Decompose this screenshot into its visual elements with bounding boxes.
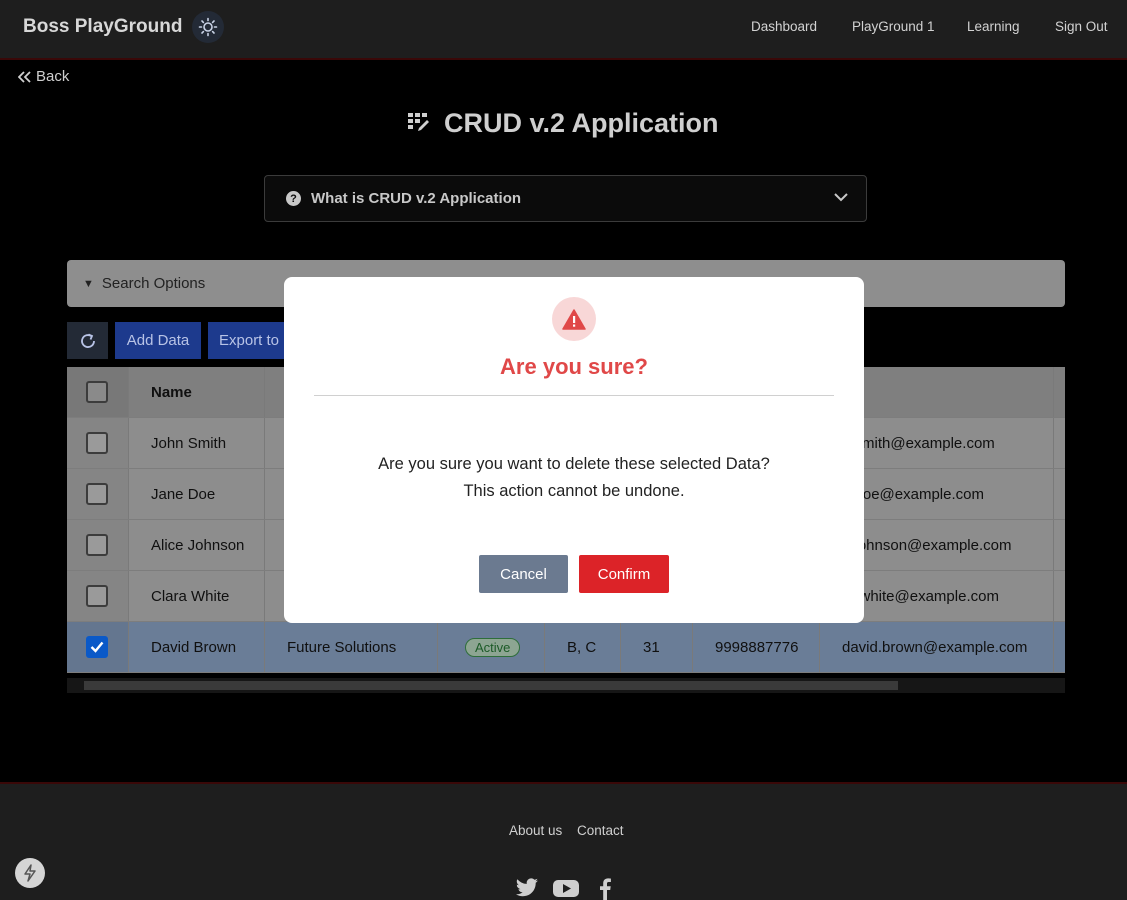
dialog-message: Are you sure you want to delete these se… [284, 451, 864, 505]
confirm-delete-dialog: Are you sure? Are you sure you want to d… [284, 277, 864, 623]
dialog-divider [314, 395, 834, 396]
cancel-button[interactable]: Cancel [479, 555, 568, 593]
dialog-message-line2: This action cannot be undone. [463, 482, 685, 500]
confirm-button[interactable]: Confirm [579, 555, 669, 593]
dialog-title: Are you sure? [500, 354, 648, 379]
dialog-message-line1: Are you sure you want to delete these se… [378, 455, 770, 473]
warning-icon [552, 297, 596, 341]
